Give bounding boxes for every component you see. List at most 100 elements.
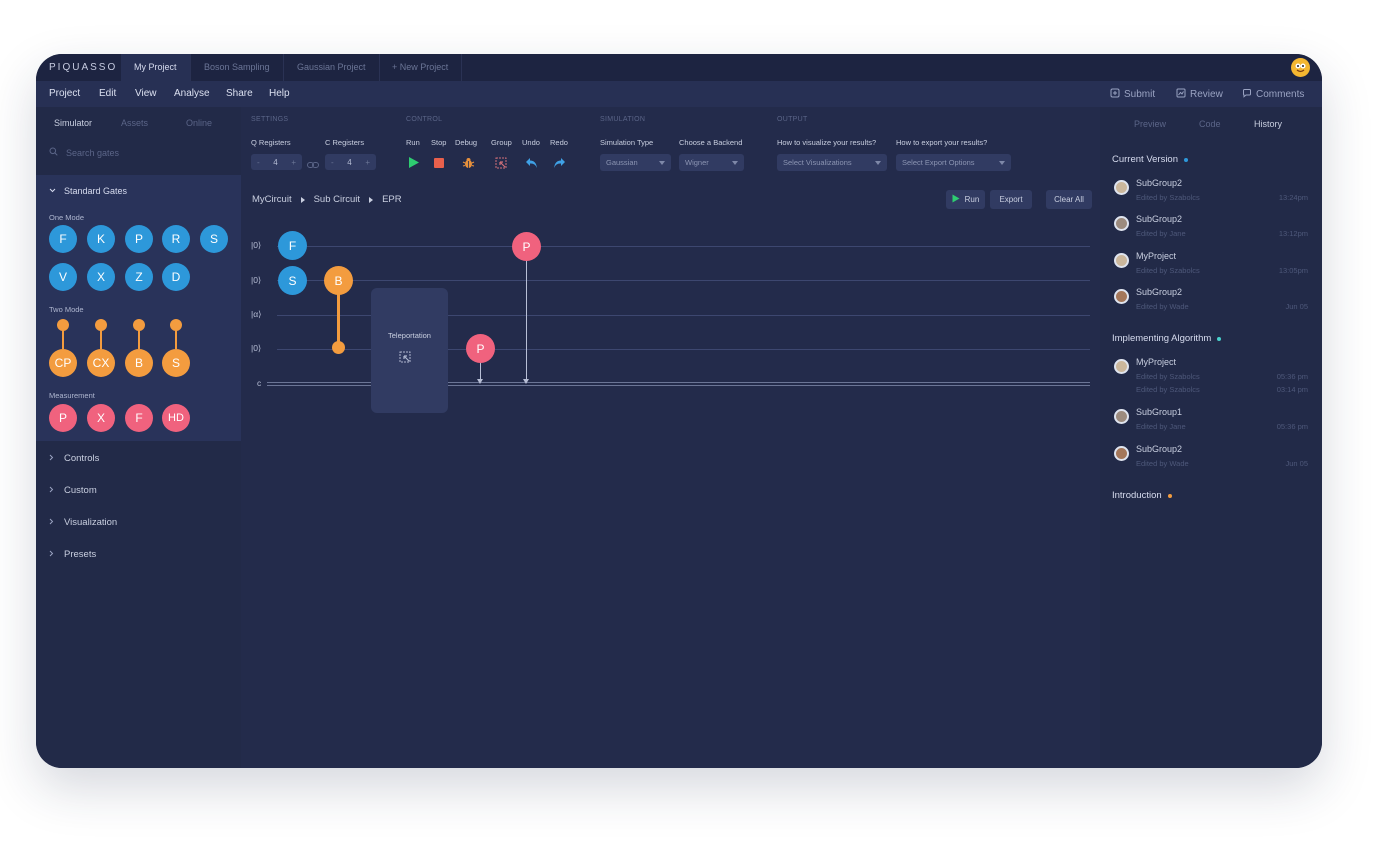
sidebar-tab-simulator[interactable]: Simulator [54,118,92,128]
circuit-gate-s[interactable]: S [278,266,307,295]
decrement-button[interactable]: - [257,158,260,167]
menu-share[interactable]: Share [226,88,253,99]
history-item[interactable]: MyProject Edited by Szabolcs 05:36 pm Ed… [1112,357,1308,397]
increment-button[interactable]: + [365,158,370,167]
circuit-gate-measure-p[interactable]: P [512,232,541,261]
export-button[interactable]: Export [990,190,1032,209]
c-registers-stepper[interactable]: - 4 + [325,154,376,170]
caret-down-icon [659,160,665,165]
run-button[interactable]: Run [946,190,985,209]
section-controls[interactable]: Controls [49,453,99,464]
review-button[interactable]: Review [1176,88,1223,101]
clear-all-button[interactable]: Clear All [1046,190,1092,209]
backend-select[interactable]: Wigner [679,154,744,171]
menu-view[interactable]: View [135,88,157,99]
section-visualization[interactable]: Visualization [49,517,117,528]
sidebar-tab-assets[interactable]: Assets [121,118,148,128]
history-item[interactable]: MyProject Edited by Szabolcs 13:05pm [1112,251,1308,279]
tab-new-project[interactable]: + New Project [379,54,463,81]
link-icon[interactable] [307,157,319,175]
q-registers-stepper[interactable]: - 4 + [251,154,302,170]
section-custom[interactable]: Custom [49,485,97,496]
gate-k[interactable]: K [87,225,115,253]
circuit-gate-measure-p[interactable]: P [466,334,495,363]
search-gates-input[interactable]: Search gates [49,147,119,158]
simulation-type-select[interactable]: Gaussian [600,154,671,171]
history-item-editor: Edited by Szabolcs [1136,266,1200,275]
section-label: Presets [64,549,97,560]
tab-boson-sampling[interactable]: Boson Sampling [191,54,284,81]
tab-code[interactable]: Code [1199,119,1221,129]
qumode-wire [277,280,1090,281]
breadcrumb-item[interactable]: EPR [382,194,402,205]
history-item[interactable]: SubGroup2 Edited by Wade Jun 05 [1112,444,1308,472]
history-item[interactable]: SubGroup2 Edited by Szabolcs 13:24pm [1112,178,1308,206]
history-item[interactable]: SubGroup2 Edited by Wade Jun 05 [1112,287,1308,315]
standard-gates-label: Standard Gates [64,186,128,196]
tab-my-project[interactable]: My Project [121,54,191,81]
output-title: OUTPUT [777,116,808,123]
submit-button[interactable]: Submit [1110,88,1155,101]
gate-p[interactable]: P [125,225,153,253]
gate-cx[interactable]: CX [87,349,115,377]
history-panel: Preview Code History Current Version Sub… [1100,107,1322,768]
debug-control-label: Debug [455,138,478,147]
gate-measure-f[interactable]: F [125,404,153,432]
tab-preview[interactable]: Preview [1134,119,1166,129]
avatar [1114,409,1129,424]
breadcrumb-item[interactable]: MyCircuit [252,194,292,205]
visualization-select[interactable]: Select Visualizations [777,154,887,171]
menu-bar: Project Edit View Analyse Share Help Sub… [36,81,1322,107]
menu-help[interactable]: Help [269,88,290,99]
circuit-gate-f[interactable]: F [278,231,307,260]
sidebar-tab-online[interactable]: Online [186,118,212,128]
bug-icon[interactable] [462,156,476,170]
history-item-editor: Edited by Jane [1136,229,1186,238]
gate-f[interactable]: F [49,225,77,253]
decrement-button[interactable]: - [331,158,334,167]
breadcrumb-item[interactable]: Sub Circuit [314,194,360,205]
gate-z[interactable]: Z [125,263,153,291]
increment-button[interactable]: + [291,158,296,167]
gate-cp[interactable]: CP [49,349,77,377]
gate-measure-x[interactable]: X [87,404,115,432]
history-item-time: 05:36 pm [1276,372,1308,381]
introduction-header[interactable]: Introduction [1112,490,1172,501]
gate-x[interactable]: X [87,263,115,291]
user-avatar[interactable] [1291,58,1310,77]
gate-b[interactable]: B [125,349,153,377]
current-version-header[interactable]: Current Version [1112,154,1189,165]
history-item-name: SubGroup2 [1136,444,1183,454]
gate-r[interactable]: R [162,225,190,253]
gate-d[interactable]: D [162,263,190,291]
redo-icon[interactable] [553,156,567,170]
undo-icon[interactable] [525,156,539,170]
gate-s-two-mode[interactable]: S [162,349,190,377]
comments-button[interactable]: Comments [1242,88,1304,101]
history-item-time: Jun 05 [1285,302,1308,311]
review-icon [1176,88,1186,101]
group-icon[interactable] [495,156,509,170]
teleportation-subcircuit[interactable]: Teleportation [371,288,448,413]
export-select[interactable]: Select Export Options [896,154,1011,171]
history-item[interactable]: SubGroup2 Edited by Jane 13:12pm [1112,214,1308,242]
circuit-gate-b[interactable]: B [324,266,353,295]
tab-history[interactable]: History [1254,119,1282,129]
stop-icon[interactable] [433,156,447,170]
standard-gates-header[interactable]: Standard Gates [49,186,127,196]
menu-analyse[interactable]: Analyse [174,88,210,99]
status-dot [1184,157,1189,162]
gate-measure-hd[interactable]: HD [162,404,190,432]
beamsplitter-control-dot[interactable] [332,341,345,354]
history-item[interactable]: SubGroup1 Edited by Jane 05:36 pm [1112,407,1308,435]
implementing-algorithm-header[interactable]: Implementing Algorithm [1112,333,1222,344]
play-icon[interactable] [408,156,422,170]
menu-project[interactable]: Project [49,88,80,99]
gate-measure-p[interactable]: P [49,404,77,432]
section-presets[interactable]: Presets [49,549,96,560]
gate-v[interactable]: V [49,263,77,291]
history-item-name: SubGroup2 [1136,178,1183,188]
gate-s[interactable]: S [200,225,228,253]
menu-edit[interactable]: Edit [99,88,116,99]
tab-gaussian-project[interactable]: Gaussian Project [284,54,380,81]
